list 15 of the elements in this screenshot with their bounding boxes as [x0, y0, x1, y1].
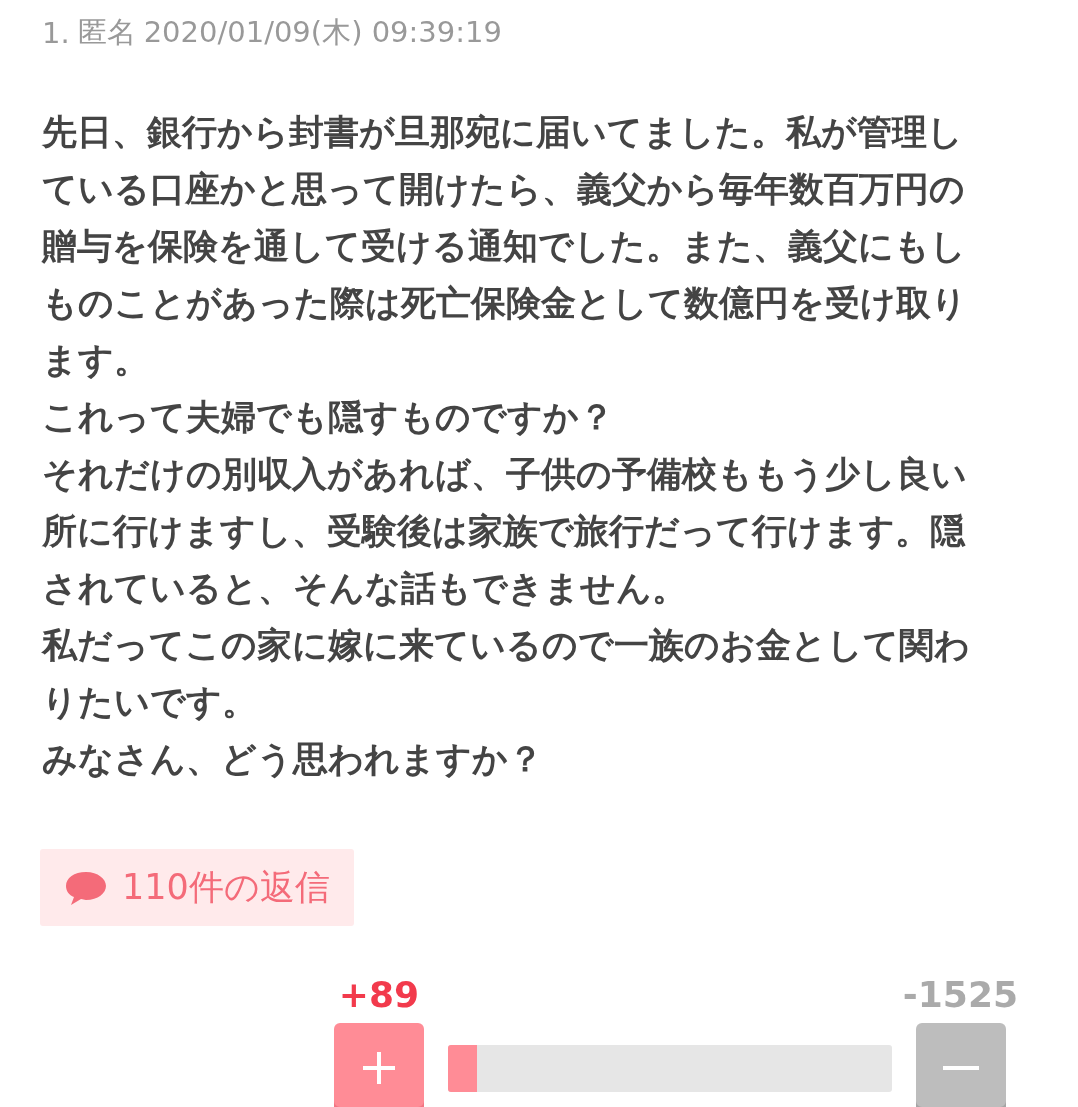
minus-count: -1525 — [902, 974, 1018, 1015]
replies-button[interactable]: 110件の返信 — [40, 849, 354, 926]
post-text: これって夫婦でも隠すものですか？ — [42, 396, 615, 439]
speech-bubble-icon — [64, 869, 108, 906]
post-text: みなさん、どう思われますか？ — [42, 738, 544, 781]
post-text: それだけの別収入があれば、子供の予備校ももう少し良い所に行けますし、受験後は家族で旅行だって行けます。隠されていると、そんな話もできません。 — [42, 453, 968, 610]
post-date: 2020/01/09(木) 09:39:19 — [143, 14, 502, 51]
post-text: 私だってこの家に嫁に来ているので一族のお金として関わりたいです。 — [42, 624, 971, 724]
plus-count: +89 — [337, 974, 421, 1015]
author-name: 匿名 — [77, 14, 136, 51]
minus-button[interactable] — [916, 1023, 1006, 1107]
plus-button[interactable] — [334, 1023, 424, 1107]
post-number: 1. — [42, 16, 70, 50]
minus-icon — [941, 1064, 981, 1072]
post-text: 先日、銀行から封書が旦那宛に届いてました。私が管理している口座かと思って開けたら、義父から毎年数百万円の贈与を保険を通して受ける通知でした。また、義父にもしものことがあった際は死亡保険金として数億円を受け取ります。 — [42, 111, 968, 382]
